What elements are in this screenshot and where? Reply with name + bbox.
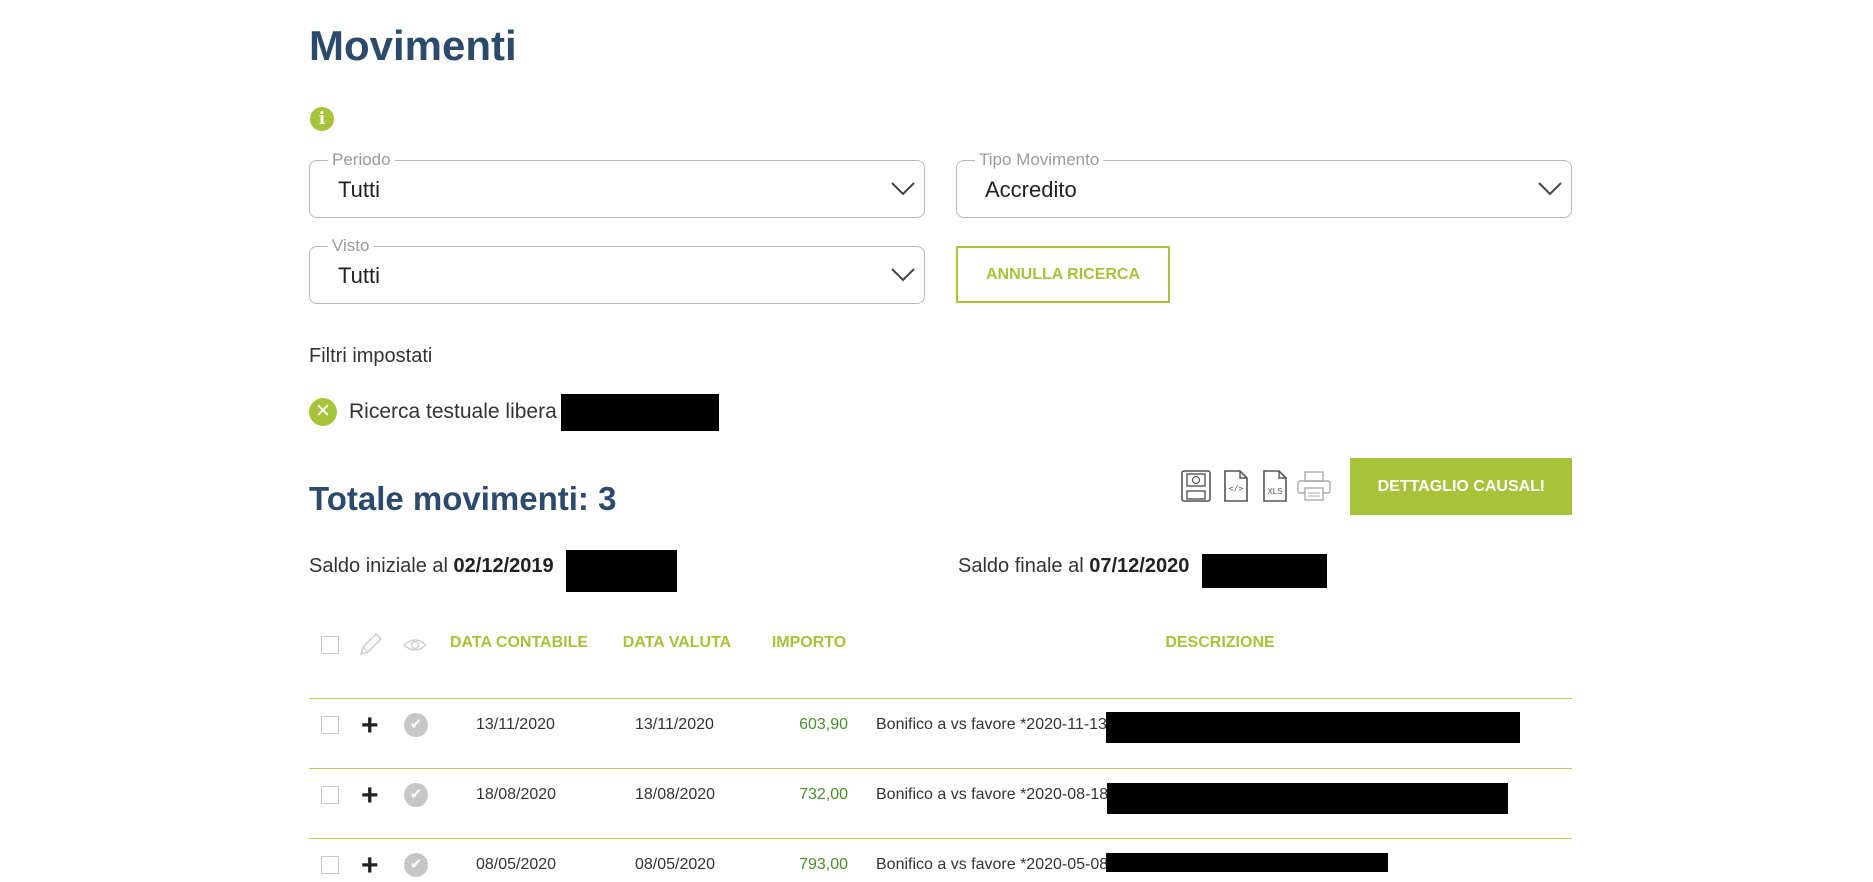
redacted-block: [1106, 853, 1388, 872]
header-importo[interactable]: IMPORTO: [764, 634, 854, 652]
page-title: Movimenti: [309, 22, 517, 69]
redacted-block: [1202, 554, 1327, 588]
cell-data-valuta: 18/08/2020: [635, 786, 716, 803]
row-checkbox[interactable]: [321, 786, 339, 804]
cell-descrizione: Bonifico a vs favore *2020-08-18*: [876, 786, 1115, 803]
header-data-contabile[interactable]: DATA CONTABILE: [446, 634, 592, 652]
filtri-impostati-label: Filtri impostati: [309, 345, 433, 367]
xls-file-icon[interactable]: XLS: [1259, 469, 1291, 503]
cell-importo: 793,00: [799, 856, 848, 873]
visto-label: Visto: [328, 236, 374, 256]
row-divider: [309, 698, 1572, 699]
chevron-down-icon: [891, 268, 915, 282]
xls-icon-label: XLS: [1267, 487, 1282, 496]
check-circle-icon[interactable]: ✔: [404, 853, 428, 877]
redacted-block: [560, 393, 719, 431]
chevron-down-icon: [891, 182, 915, 196]
row-divider: [309, 838, 1572, 839]
header-data-valuta[interactable]: DATA VALUTA: [614, 634, 740, 652]
tipo-movimento-value: Accredito: [985, 177, 1077, 202]
cell-data-contabile: 08/05/2020: [476, 856, 557, 873]
plus-icon[interactable]: +: [361, 711, 379, 741]
saldo-iniziale: Saldo iniziale al 02/12/2019: [309, 555, 554, 578]
plus-icon[interactable]: +: [361, 781, 379, 811]
info-icon[interactable]: i: [310, 107, 334, 131]
cell-data-contabile: 18/08/2020: [476, 786, 557, 803]
saldo-finale-date: 07/12/2020: [1089, 555, 1190, 577]
redacted-block: [566, 550, 677, 592]
cell-data-valuta: 13/11/2020: [635, 716, 714, 733]
periodo-label: Periodo: [328, 150, 395, 170]
redacted-block: [1106, 712, 1520, 743]
tipo-movimento-select[interactable]: Tipo Movimento Accredito: [956, 150, 1572, 218]
eye-icon: [402, 639, 428, 651]
totale-movimenti: Totale movimenti: 3: [309, 480, 617, 517]
save-icon[interactable]: [1180, 469, 1212, 503]
saldo-finale: Saldo finale al 07/12/2020: [958, 555, 1189, 578]
periodo-select[interactable]: Periodo Tutti: [309, 150, 925, 218]
check-circle-icon[interactable]: ✔: [404, 713, 428, 737]
select-all-checkbox[interactable]: [321, 636, 339, 654]
pencil-icon: [359, 632, 383, 656]
check-circle-icon[interactable]: ✔: [404, 783, 428, 807]
printer-icon[interactable]: [1296, 469, 1332, 503]
cell-importo: 732,00: [799, 786, 848, 803]
dettaglio-causali-button[interactable]: DETTAGLIO CAUSALI: [1350, 458, 1572, 515]
svg-text:</>: </>: [1229, 484, 1244, 493]
cell-importo: 603,90: [799, 716, 848, 733]
saldo-finale-label: Saldo finale al: [958, 555, 1084, 577]
plus-icon[interactable]: +: [361, 851, 379, 881]
periodo-value: Tutti: [338, 177, 380, 202]
saldo-iniziale-label: Saldo iniziale al: [309, 555, 448, 577]
tipo-movimento-label: Tipo Movimento: [975, 150, 1104, 170]
code-file-icon[interactable]: </>: [1220, 469, 1252, 503]
close-circle-icon[interactable]: ✕: [309, 398, 337, 426]
visto-select[interactable]: Visto Tutti: [309, 236, 925, 304]
header-descrizione[interactable]: DESCRIZIONE: [1110, 634, 1330, 652]
visto-value: Tutti: [338, 263, 380, 288]
filter-chip-label: Ricerca testuale libera: [349, 400, 557, 423]
row-checkbox[interactable]: [321, 716, 339, 734]
cell-data-contabile: 13/11/2020: [476, 716, 555, 733]
row-divider: [309, 768, 1572, 769]
cell-data-valuta: 08/05/2020: [635, 856, 716, 873]
saldo-iniziale-date: 02/12/2019: [453, 555, 554, 577]
chevron-down-icon: [1538, 182, 1562, 196]
cell-descrizione: Bonifico a vs favore *2020-05-08*: [876, 856, 1115, 873]
annulla-ricerca-button[interactable]: ANNULLA RICERCA: [956, 246, 1170, 303]
redacted-block: [1107, 783, 1508, 814]
filter-chip: ✕ Ricerca testuale libera: [309, 392, 719, 432]
row-checkbox[interactable]: [321, 856, 339, 874]
cell-descrizione: Bonifico a vs favore *2020-11-13*: [876, 716, 1114, 733]
